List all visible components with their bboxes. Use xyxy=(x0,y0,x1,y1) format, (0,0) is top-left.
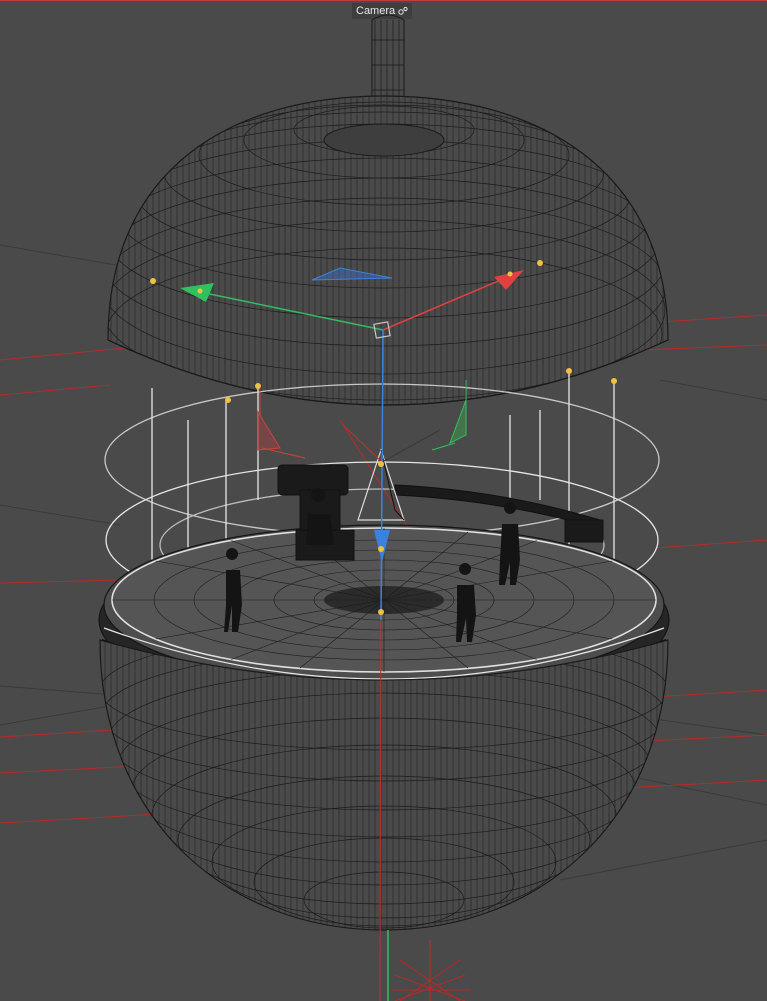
camera-options-icon[interactable] xyxy=(398,6,408,16)
viewport-border xyxy=(0,0,767,1)
camera-selector[interactable]: Camera xyxy=(352,3,413,19)
camera-label-text: Camera xyxy=(356,5,396,17)
3d-viewport[interactable]: Camera xyxy=(0,0,767,1001)
scene-canvas[interactable] xyxy=(0,0,767,1001)
target-star xyxy=(390,950,470,1001)
